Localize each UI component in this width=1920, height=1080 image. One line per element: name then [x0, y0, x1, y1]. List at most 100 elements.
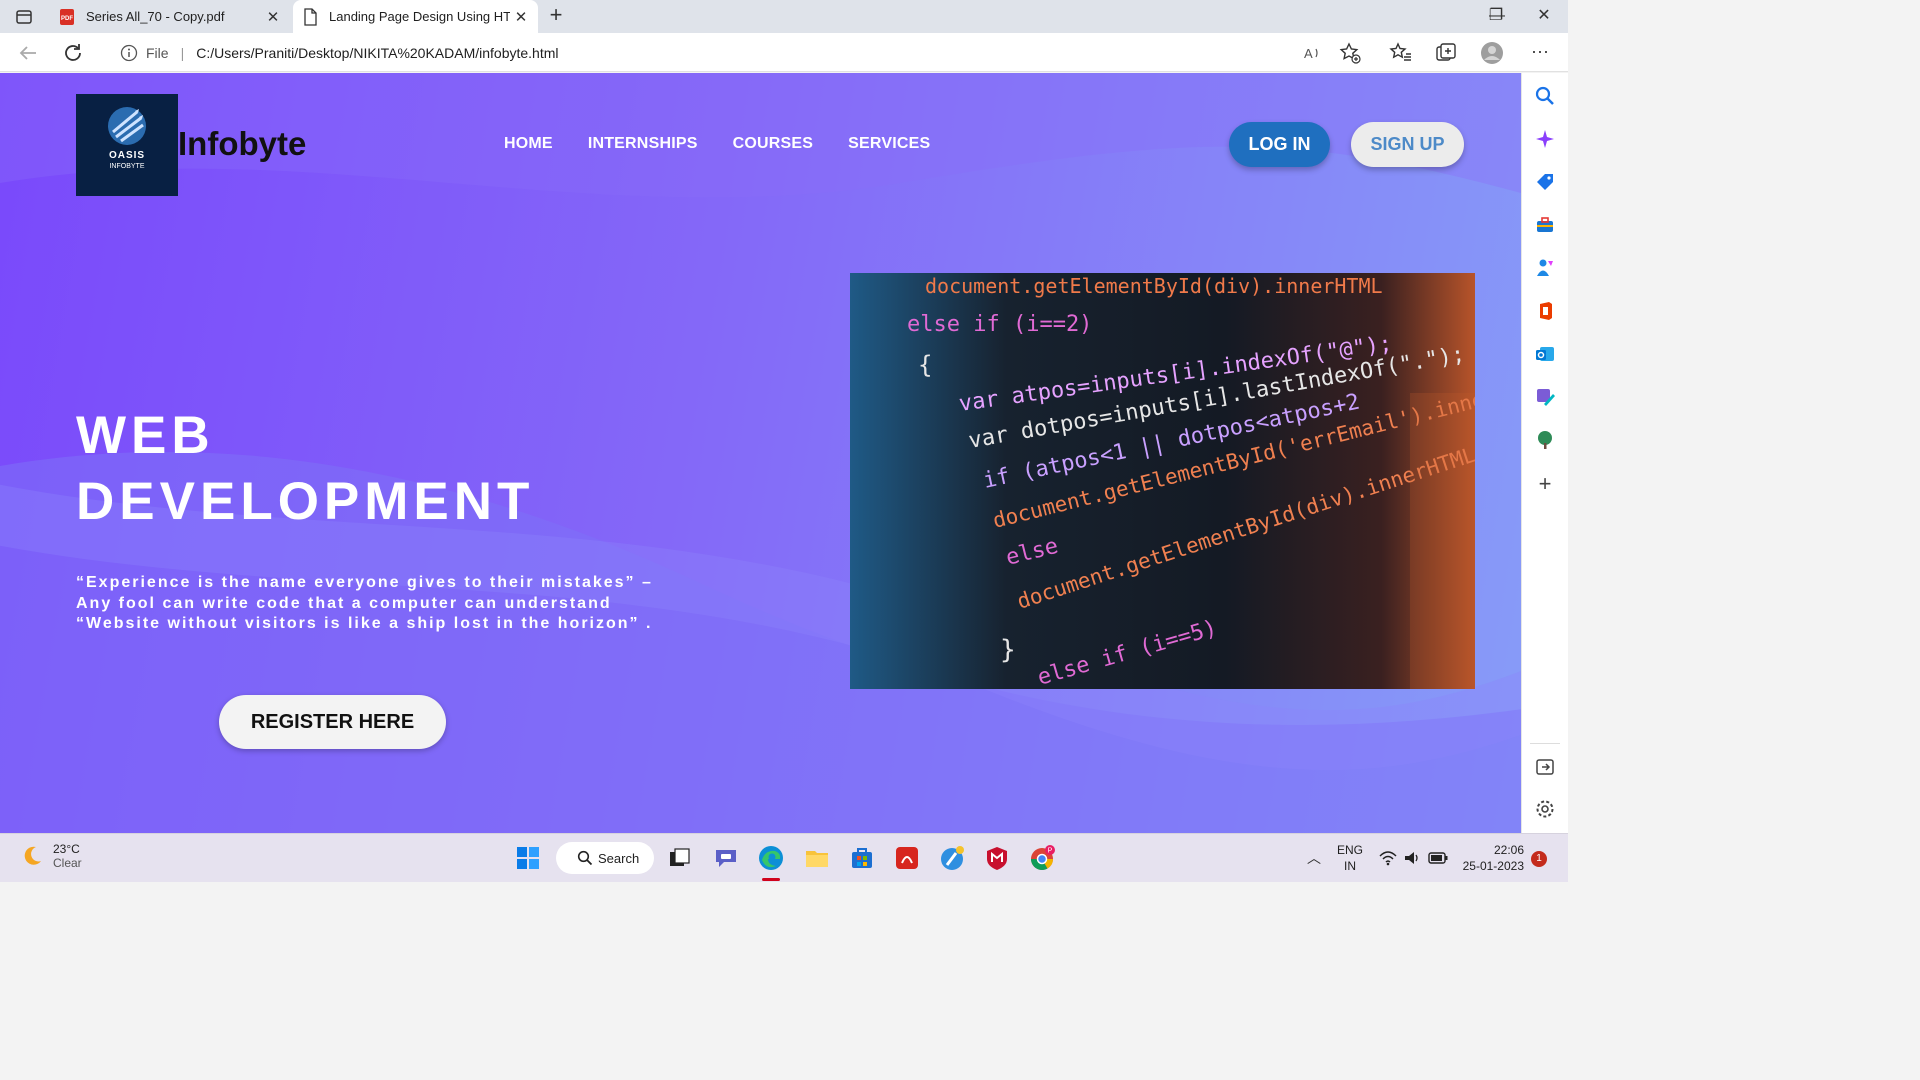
nav-services[interactable]: SERVICES	[848, 135, 930, 153]
qbittorrent-icon[interactable]	[938, 844, 966, 872]
chevron-up-icon[interactable]: ︿	[1307, 848, 1321, 868]
mcafee-icon[interactable]	[983, 844, 1011, 872]
svg-text:P: P	[1048, 848, 1053, 855]
tab-title: Landing Page Design Using HTM	[329, 9, 510, 24]
restore-icon[interactable]: ❐	[1484, 4, 1508, 28]
code-line: }	[1000, 635, 1016, 665]
login-button[interactable]: LOG IN	[1229, 122, 1330, 167]
clock-time: 22:06	[1493, 843, 1524, 857]
tree-icon[interactable]	[1534, 429, 1556, 451]
games-icon[interactable]	[1534, 257, 1556, 279]
quote-line: Any fool can write code that a computer …	[76, 594, 612, 612]
address-bar[interactable]: File | C:/Users/Praniti/Desktop/NIKITA%2…	[102, 36, 1372, 69]
favorites-icon[interactable]	[1389, 41, 1413, 65]
adobe-reader-icon[interactable]	[893, 844, 921, 872]
weather-widget[interactable]: 23°C Clear	[20, 842, 82, 870]
code-line: else	[1003, 534, 1060, 571]
windows-start-icon[interactable]	[514, 844, 542, 872]
tab-strip: PDF Series All_70 - Copy.pdf ✕ Landing P…	[0, 0, 1568, 33]
read-aloud-icon[interactable]: A	[1300, 41, 1324, 65]
add-sidebar-app-icon[interactable]: +	[1534, 473, 1556, 495]
notification-badge[interactable]: 1	[1531, 851, 1547, 867]
hero-title: WEB DEVELOPMENT	[76, 403, 776, 535]
new-tab-button[interactable]: +	[544, 4, 568, 28]
divider: |	[180, 44, 185, 61]
register-button[interactable]: REGISTER HERE	[219, 695, 446, 749]
page-icon	[304, 7, 317, 26]
language-indicator[interactable]: ENG IN	[1337, 842, 1363, 874]
browser-toolbar: File | C:/Users/Praniti/Desktop/NIKITA%2…	[0, 33, 1568, 72]
search-icon[interactable]	[1534, 85, 1556, 107]
info-icon[interactable]	[120, 44, 138, 62]
file-explorer-icon[interactable]	[803, 844, 831, 872]
refresh-icon[interactable]	[61, 41, 85, 65]
code-line: else if (i==2)	[907, 312, 1092, 337]
logo-text-line2: INFOBYTE	[109, 163, 145, 170]
close-icon[interactable]: ✕	[510, 8, 532, 26]
more-options-icon[interactable]: ···	[1528, 41, 1552, 65]
brand-name[interactable]: Infobyte	[178, 125, 306, 163]
quote-line: “Website without visitors is like a ship…	[76, 615, 653, 632]
tools-briefcase-icon[interactable]	[1534, 214, 1556, 236]
language-line1: ENG	[1337, 843, 1364, 857]
tab-landing-page[interactable]: Landing Page Design Using HTM ✕	[293, 0, 538, 33]
battery-icon[interactable]	[1428, 851, 1448, 865]
svg-text:PDF: PDF	[61, 16, 73, 22]
svg-text:A: A	[1304, 46, 1313, 61]
search-label: Search	[598, 850, 640, 866]
nav-courses[interactable]: COURSES	[733, 135, 814, 153]
pdf-icon: PDF	[60, 8, 74, 25]
code-line: document.getElementById(div).innerHTML	[925, 274, 1383, 298]
weather-temp: 23°C	[53, 842, 80, 856]
code-line: else if (i==5)	[1035, 616, 1220, 689]
add-favorite-icon[interactable]	[1338, 41, 1362, 65]
hide-sidebar-icon[interactable]	[1534, 756, 1556, 778]
clock-date: 25-01-2023	[1462, 859, 1524, 873]
url-text[interactable]: C:/Users/Praniti/Desktop/NIKITA%20KADAM/…	[196, 45, 558, 61]
site-logo[interactable]: OASIS INFOBYTE	[76, 94, 178, 196]
moon-icon	[24, 846, 41, 865]
active-app-indicator	[762, 878, 780, 881]
hero-quotes: “Experience is the name everyone gives t…	[76, 573, 716, 635]
microsoft-store-icon[interactable]	[848, 844, 876, 872]
collections-icon[interactable]	[1434, 41, 1458, 65]
gear-icon[interactable]	[1534, 798, 1556, 820]
hero-title-line1: WEB	[76, 406, 215, 465]
windows-taskbar: 23°C Clear Search P ︿ ENG IN 22:06 25-01…	[0, 833, 1568, 882]
hero-title-line2: DEVELOPMENT	[76, 472, 535, 531]
weather-condition: Clear	[53, 856, 82, 870]
clock[interactable]: 22:06 25-01-2023	[1458, 842, 1524, 874]
office-icon[interactable]	[1534, 300, 1556, 322]
task-view-icon[interactable]	[666, 844, 694, 872]
designer-icon[interactable]	[1534, 386, 1556, 408]
divider	[1530, 743, 1560, 744]
profile-avatar-icon[interactable]	[1480, 41, 1504, 65]
teams-chat-icon[interactable]	[712, 844, 740, 872]
signup-button[interactable]: SIGN UP	[1351, 122, 1464, 167]
wifi-icon[interactable]	[1379, 850, 1397, 866]
language-line2: IN	[1344, 859, 1356, 873]
volume-icon[interactable]	[1403, 850, 1421, 866]
taskbar-search[interactable]: Search	[556, 842, 654, 874]
edge-sidebar: +	[1521, 73, 1568, 833]
tab-actions-icon[interactable]	[14, 7, 34, 27]
edge-browser-icon[interactable]	[757, 844, 785, 872]
tab-pdf[interactable]: PDF Series All_70 - Copy.pdf ✕	[50, 0, 290, 33]
nav-internships[interactable]: INTERNSHIPS	[588, 135, 698, 153]
code-screenshot-image: document.getElementById(div).innerHTML e…	[850, 273, 1475, 689]
site-nav: HOME INTERNSHIPS COURSES SERVICES	[504, 135, 930, 153]
back-arrow-icon[interactable]	[16, 41, 40, 65]
quote-line: “Experience is the name everyone gives t…	[76, 574, 653, 591]
close-icon[interactable]: ✕	[262, 8, 284, 26]
chrome-icon[interactable]: P	[1028, 844, 1056, 872]
shopping-tag-icon[interactable]	[1534, 171, 1556, 193]
code-line: {	[918, 351, 932, 379]
search-icon	[577, 850, 593, 866]
close-window-icon[interactable]: ✕	[1532, 4, 1556, 28]
scheme-label: File	[146, 44, 169, 61]
page-content: OASIS INFOBYTE Infobyte HOME INTERNSHIPS…	[0, 73, 1521, 833]
nav-home[interactable]: HOME	[504, 135, 553, 153]
copilot-sparkle-icon[interactable]	[1534, 128, 1556, 150]
outlook-icon[interactable]	[1534, 343, 1556, 365]
tab-title: Series All_70 - Copy.pdf	[86, 9, 225, 24]
